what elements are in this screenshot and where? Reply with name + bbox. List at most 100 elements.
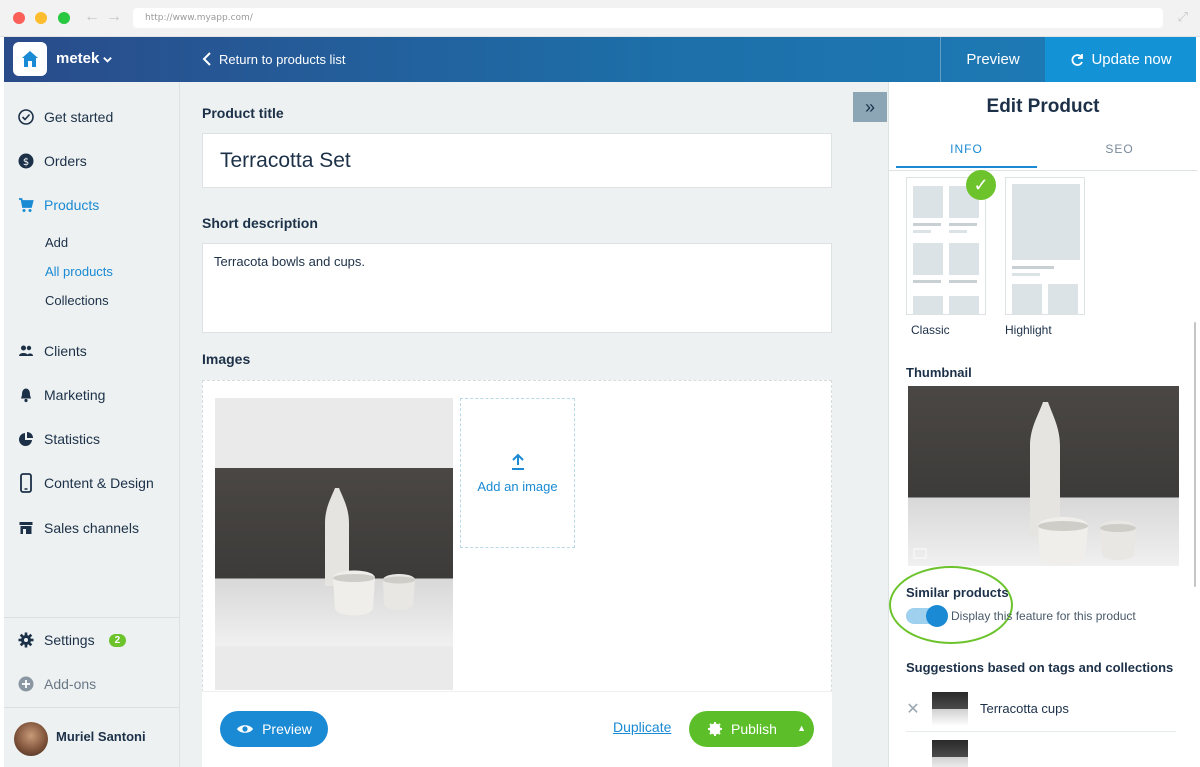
chevron-left-icon — [202, 52, 211, 66]
update-now-button[interactable]: Update now — [1045, 37, 1196, 82]
layout-highlight-label: Highlight — [1005, 323, 1052, 337]
sidebar-item-label: Orders — [44, 153, 87, 169]
sidebar-item-addons[interactable]: Add-ons — [18, 676, 96, 692]
toggle-knob — [926, 605, 948, 627]
refresh-icon — [1072, 53, 1084, 66]
selected-check-icon: ✓ — [966, 170, 996, 200]
tab-info[interactable]: INFO — [896, 142, 1037, 168]
update-now-label: Update now — [1091, 51, 1172, 68]
thumbnail-label: Thumbnail — [906, 365, 972, 380]
chevron-down-icon[interactable] — [102, 54, 113, 65]
sidebar-item-get-started[interactable]: Get started — [18, 109, 113, 125]
sidebar-item-label: Products — [44, 197, 100, 213]
store-icon — [18, 520, 34, 536]
similar-products-description: Display this feature for this product — [951, 609, 1136, 623]
product-title-input[interactable]: Terracotta Set — [202, 133, 832, 188]
similar-products-toggle[interactable] — [906, 605, 948, 627]
badge-icon — [708, 722, 722, 736]
list-item[interactable]: ✕ Terracotta cups — [906, 686, 1176, 732]
sidebar-item-marketing[interactable]: Marketing — [18, 387, 105, 403]
sidebar-divider — [4, 617, 179, 618]
sidebar-item-content-design[interactable]: Content & Design — [18, 473, 154, 493]
users-icon — [18, 343, 34, 359]
fullscreen-icon[interactable]: ⤢ — [1178, 9, 1188, 25]
image-placeholder-icon — [913, 243, 943, 275]
caret-up-icon[interactable]: ▲ — [797, 723, 806, 733]
plus-circle-icon — [18, 676, 34, 692]
phone-icon — [18, 473, 34, 493]
image-placeholder-icon — [1012, 284, 1042, 314]
home-icon — [22, 51, 38, 67]
tab-seo[interactable]: SEO — [1049, 142, 1190, 166]
store-name[interactable]: metek — [56, 50, 99, 67]
header-preview-button[interactable]: Preview — [940, 37, 1045, 82]
product-image[interactable] — [215, 398, 453, 690]
url-bar[interactable]: http://www.myapp.com/ — [133, 8, 1163, 28]
sidebar-item-sales-channels[interactable]: Sales channels — [18, 520, 139, 536]
add-image-label: Add an image — [477, 478, 558, 494]
collapse-panel-button[interactable]: » — [853, 92, 887, 122]
sidebar-item-clients[interactable]: Clients — [18, 343, 87, 359]
maximize-window-button[interactable] — [58, 12, 70, 24]
check-circle-icon — [18, 109, 34, 125]
publish-button[interactable]: Publish ▲ — [689, 711, 814, 747]
return-label: Return to products list — [219, 51, 346, 67]
sidebar-item-label: Statistics — [44, 431, 101, 447]
user-name[interactable]: Muriel Santoni — [56, 729, 146, 744]
sidebar-item-orders[interactable]: $ Orders — [18, 153, 87, 169]
preview-button[interactable]: Preview — [220, 711, 328, 747]
sidebar-subitem-collections[interactable]: Collections — [45, 293, 109, 308]
app-header: metek Return to products list Preview Up… — [4, 37, 1196, 82]
panel-scrollbar[interactable] — [1194, 322, 1196, 587]
product-form: Product title Terracotta Set Short descr… — [180, 82, 888, 767]
forward-arrow-icon[interactable]: → — [106, 8, 122, 26]
sidebar-item-label: Settings — [44, 632, 95, 648]
gear-icon — [18, 632, 34, 648]
image-placeholder-icon — [949, 243, 979, 275]
panel-title: Edit Product — [986, 96, 1100, 117]
thumbnail-image[interactable] — [908, 386, 1179, 566]
preview-label: Preview — [262, 721, 312, 737]
sidebar-subitem-add[interactable]: Add — [45, 235, 68, 250]
return-to-products-link[interactable]: Return to products list — [201, 51, 345, 67]
sidebar-divider — [4, 707, 179, 708]
double-chevron-right-icon: » — [864, 96, 875, 117]
layout-highlight-card[interactable] — [1005, 177, 1085, 315]
avatar[interactable] — [14, 722, 48, 756]
image-placeholder-icon — [1012, 184, 1080, 260]
browser-chrome: ← → http://www.myapp.com/ ⤢ — [0, 0, 1200, 37]
suggestion-thumbnail — [932, 740, 968, 767]
add-image-button[interactable]: Add an image — [460, 398, 575, 548]
edit-product-panel: Edit Product INFO SEO ✓ Classic Highligh… — [888, 82, 1197, 767]
settings-count-badge: 2 — [108, 633, 127, 647]
sidebar-item-label: Sales channels — [44, 520, 139, 536]
dollar-circle-icon: $ — [18, 153, 34, 169]
layout-classic-label: Classic — [911, 323, 950, 337]
cart-icon — [18, 197, 34, 213]
home-button[interactable] — [13, 42, 47, 76]
sidebar-subitem-all-products[interactable]: All products — [45, 264, 113, 279]
highlight-circle — [889, 566, 1013, 644]
short-description-label: Short description — [202, 215, 318, 231]
short-description-input[interactable]: Terracota bowls and cups. — [202, 243, 832, 333]
sidebar-item-settings[interactable]: Settings 2 — [18, 632, 127, 648]
pie-chart-icon — [18, 431, 34, 447]
remove-icon[interactable]: ✕ — [906, 699, 920, 719]
similar-products-label: Similar products — [906, 585, 1009, 600]
back-arrow-icon[interactable]: ← — [84, 8, 100, 26]
sidebar-item-label: Content & Design — [44, 475, 154, 491]
suggestion-thumbnail — [932, 691, 968, 726]
sidebar-item-statistics[interactable]: Statistics — [18, 431, 100, 447]
sidebar-item-label: Add-ons — [44, 676, 97, 692]
minimize-window-button[interactable] — [35, 12, 47, 24]
images-label: Images — [202, 351, 251, 367]
close-window-button[interactable] — [13, 12, 25, 24]
sidebar: Get started $ Orders Products Add All pr… — [4, 82, 180, 767]
list-item[interactable] — [906, 734, 1176, 767]
duplicate-link[interactable]: Duplicate — [613, 719, 671, 735]
eye-icon — [237, 725, 254, 733]
sidebar-item-label: Get started — [44, 109, 114, 125]
sidebar-item-products[interactable]: Products — [18, 197, 99, 213]
sidebar-item-label: Marketing — [44, 387, 106, 403]
image-placeholder-icon — [1048, 284, 1078, 314]
